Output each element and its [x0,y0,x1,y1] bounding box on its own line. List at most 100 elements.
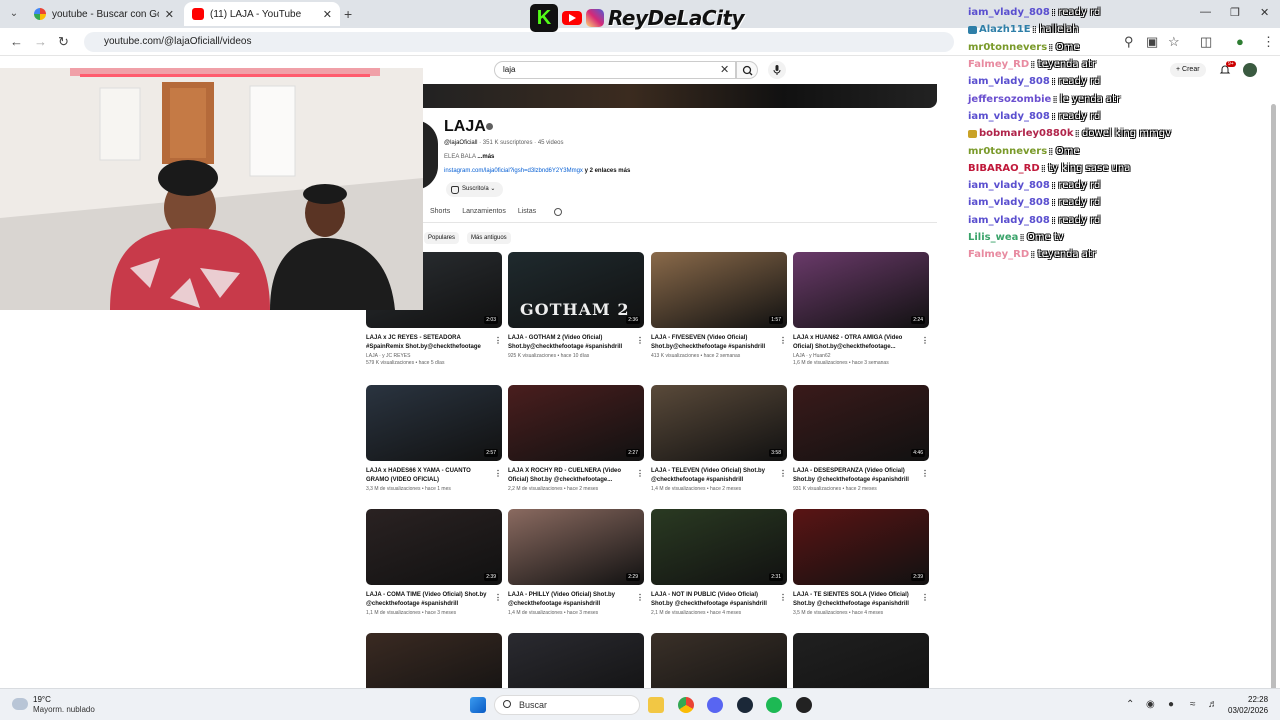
video-more-icon[interactable]: ⋮ [779,593,787,602]
video-channel[interactable]: LAJA · y Huan62 [793,353,929,359]
video-card[interactable]: 1:57 LAJA - FIVESEVEN (Video Oficial) Sho… [651,252,787,359]
video-thumbnail[interactable]: 2:29 [508,509,644,585]
subscriber-count: 351 K suscriptores [482,140,533,146]
tab-lanzamientos[interactable]: Lanzamientos [462,208,506,215]
weather-cloud-icon[interactable] [12,698,28,710]
video-more-icon[interactable]: ⋮ [494,469,502,478]
new-tab-button[interactable]: + [344,6,352,22]
video-thumbnail[interactable]: 2:24 [793,252,929,328]
video-more-icon[interactable]: ⋮ [494,593,502,602]
close-window-icon[interactable]: ✕ [1260,6,1269,19]
video-title[interactable]: LAJA - TELEVEN (Video Oficial) Shot.by @… [651,467,777,485]
network-icon[interactable]: ◉ [1146,699,1155,710]
video-card[interactable]: 2:39 LAJA - COMA TIME (Video Oficial) Sho… [366,509,502,616]
video-title[interactable]: LAJA x JC REYES - SETEADORA #SpainRemix … [366,334,492,352]
reload-icon[interactable]: ↻ [58,34,69,50]
video-thumbnail[interactable]: 2:39 [793,509,929,585]
video-title[interactable]: LAJA - TE SIENTES SOLA (Video Oficial) S… [793,591,919,609]
video-thumbnail[interactable]: GOTHAM 2 2:36 [508,252,644,328]
taskbar-search[interactable]: Buscar [494,695,640,715]
video-more-icon[interactable]: ⋮ [494,336,502,345]
volume-icon[interactable]: ♬ [1208,699,1218,710]
video-more-icon[interactable]: ⋮ [779,469,787,478]
tab-youtube[interactable]: (11) LAJA - YouTube ✕ [184,2,340,26]
video-title[interactable]: LAJA - PHILLY (Video Oficial) Shot.by @c… [508,591,634,609]
youtube-search-input[interactable]: laja [494,61,736,79]
spotify-icon[interactable] [766,697,782,713]
page-scrollbar[interactable] [1271,104,1276,696]
video-card[interactable]: 4:46 LAJA - DESESPERANZA (Video Oficial) … [793,385,929,492]
chrome-icon[interactable] [678,697,694,713]
maximize-icon[interactable]: ❐ [1230,6,1240,19]
video-card[interactable]: 2:24 LAJA x HUAN62 - OTRA AMIGA (Video Of… [793,252,929,366]
channel-links[interactable]: instagram.com/laja0ficial?igsh=d3lzbnd6Y… [444,168,630,174]
back-icon[interactable]: ← [10,34,23,49]
chat-text: : ready rd [1051,76,1101,88]
video-more-icon[interactable]: ⋮ [636,336,644,345]
video-thumbnail[interactable]: 1:57 [651,252,787,328]
video-title[interactable]: LAJA x HUAN62 - OTRA AMIGA (Video Oficia… [793,334,919,352]
chip-mas-antiguos[interactable]: Más antiguos [467,232,511,244]
windows-start-icon[interactable] [470,697,486,713]
video-title[interactable]: LAJA - FIVESEVEN (Video Oficial) Shot.by… [651,334,777,352]
tab-google-search[interactable]: youtube - Buscar con Google ✕ [26,2,182,26]
subscribed-button[interactable]: Suscrito/a ⌄ [446,182,504,197]
video-title[interactable]: LAJA - NOT IN PUBLIC (Video Oficial) Sho… [651,591,777,609]
video-more-icon[interactable]: ⋮ [921,336,929,345]
tab-search-icon[interactable]: ⌄ [6,6,22,22]
chat-message: Falmey_RD: teyenda atr [968,246,1218,263]
video-more-icon[interactable]: ⋮ [779,336,787,345]
forward-icon[interactable]: → [34,34,47,49]
video-thumbnail[interactable]: 4:46 [793,385,929,461]
clock[interactable]: 22:28 03/02/2026 [1228,694,1268,716]
steam-icon[interactable] [737,697,753,713]
video-card[interactable]: 3:58 LAJA - TELEVEN (Video Oficial) Shot.… [651,385,787,492]
video-title[interactable]: LAJA - GOTHAM 2 (Video Oficial) Shot.by@… [508,334,634,352]
account-avatar[interactable] [1243,63,1257,77]
video-thumbnail[interactable]: 2:39 [366,509,502,585]
video-meta: 1,1 M de visualizaciones • hace 3 meses [366,610,457,616]
video-more-icon[interactable]: ⋮ [921,469,929,478]
video-thumbnail[interactable]: 2:57 [366,385,502,461]
browser-menu-icon[interactable]: ⋮ [1262,34,1275,50]
video-title[interactable]: LAJA X ROCHY RD - CUELNERA (Video Oficia… [508,467,634,485]
close-tab-icon[interactable]: ✕ [323,8,332,21]
verified-icon [486,123,493,130]
chip-populares[interactable]: Populares [424,232,460,244]
obs-icon[interactable] [796,697,812,713]
tab-shorts[interactable]: Shorts [430,208,450,215]
video-thumbnail[interactable]: 2:27 [508,385,644,461]
video-more-icon[interactable]: ⋮ [636,593,644,602]
wifi-icon[interactable]: ≈ [1190,699,1196,710]
tab-listas[interactable]: Listas [518,208,536,215]
video-more-icon[interactable]: ⋮ [921,593,929,602]
url-field[interactable]: youtube.com/@lajaOficiall/videos [84,32,954,52]
tray-overflow-icon[interactable]: ⌃ [1126,699,1134,710]
video-more-icon[interactable]: ⋮ [636,469,644,478]
search-button[interactable] [736,61,758,79]
video-channel[interactable]: LAJA · y JC REYES [366,353,502,359]
video-card[interactable]: 2:27 LAJA X ROCHY RD - CUELNERA (Video Of… [508,385,644,492]
video-card[interactable]: 2:29 LAJA - PHILLY (Video Oficial) Shot.b… [508,509,644,616]
video-card[interactable]: 2:57 LAJA x HADES66 X YAMA - CUANTO GRAMO… [366,385,502,492]
video-title[interactable]: LAJA - DESESPERANZA (Video Oficial) Shot… [793,467,919,485]
clear-search-icon[interactable]: ✕ [720,63,729,76]
mic-tray-icon[interactable]: ● [1168,699,1174,710]
video-card[interactable]: 2:39 LAJA - TE SIENTES SOLA (Video Oficia… [793,509,929,616]
profile-icon[interactable]: ● [1236,34,1244,49]
instagram-link[interactable]: instagram.com/laja0ficial?igsh=d3lzbnd6Y… [444,168,583,174]
channel-search-icon[interactable] [554,208,562,216]
discord-icon[interactable] [707,697,723,713]
video-title[interactable]: LAJA x HADES66 X YAMA - CUANTO GRAMO (VI… [366,467,492,485]
video-card[interactable]: GOTHAM 2 2:36 LAJA - GOTHAM 2 (Video Ofici… [508,252,644,359]
video-card[interactable]: 2:31 LAJA - NOT IN PUBLIC (Video Oficial)… [651,509,787,616]
video-thumbnail[interactable]: 2:31 [651,509,787,585]
voice-search-button[interactable] [768,61,786,79]
video-thumbnail[interactable]: 3:58 [651,385,787,461]
close-tab-icon[interactable]: ✕ [165,8,174,21]
channel-description[interactable]: ELEA BALA ...más [444,154,494,160]
video-title[interactable]: LAJA - COMA TIME (Video Oficial) Shot.by… [366,591,492,609]
more-links[interactable]: y 2 enlaces más [585,168,631,174]
file-explorer-icon[interactable] [648,697,664,713]
description-more[interactable]: ...más [477,154,494,160]
